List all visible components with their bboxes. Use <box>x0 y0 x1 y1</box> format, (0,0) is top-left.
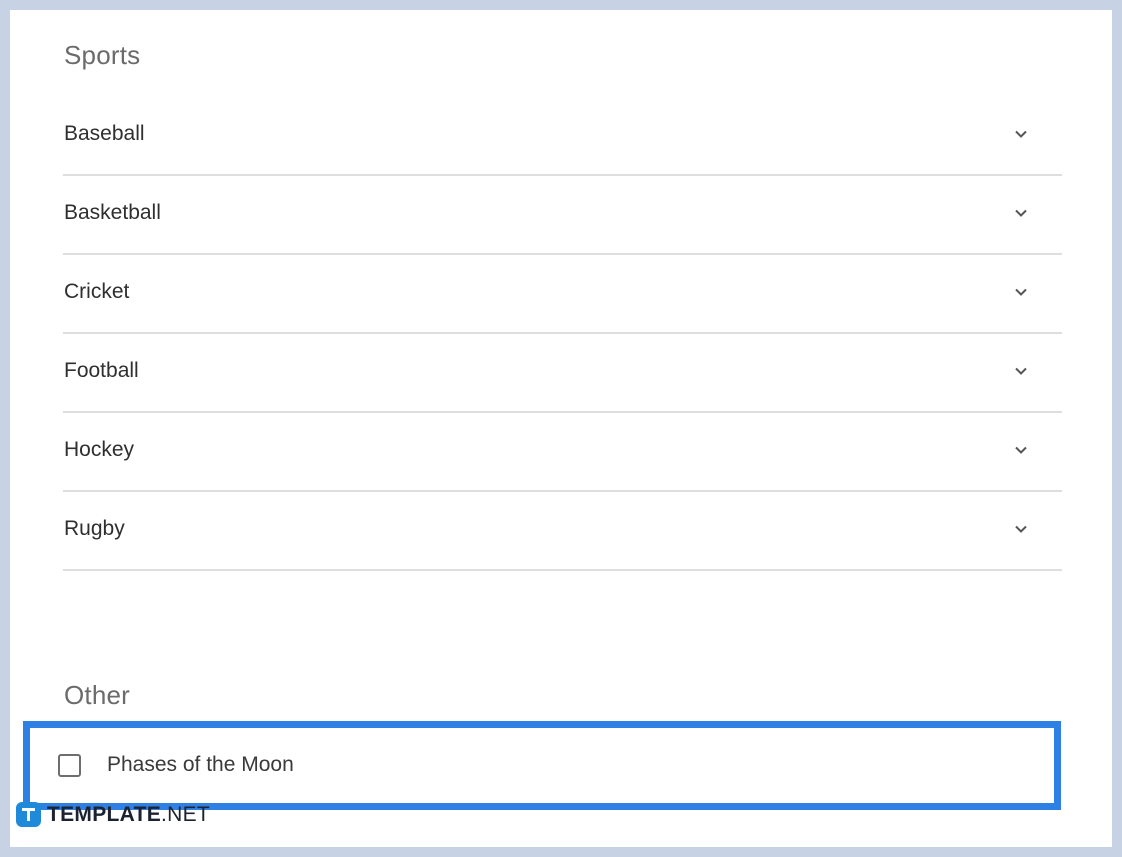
chevron-down-icon[interactable] <box>1013 205 1029 221</box>
sport-item-label: Rugby <box>64 517 125 540</box>
chevron-down-icon[interactable] <box>1013 363 1029 379</box>
sport-item-label: Football <box>64 359 139 382</box>
sport-item-label: Basketball <box>64 201 161 224</box>
checkbox-label: Phases of the Moon <box>107 753 294 776</box>
sport-item-rugby[interactable]: Rugby <box>63 492 1062 571</box>
watermark-text: TEMPLATE.NET <box>47 803 210 827</box>
sport-item-baseball[interactable]: Baseball <box>63 97 1062 176</box>
sport-item-label: Baseball <box>64 122 145 145</box>
chevron-down-icon[interactable] <box>1013 126 1029 142</box>
phases-of-the-moon-option[interactable]: Phases of the Moon <box>58 753 294 777</box>
sport-item-label: Hockey <box>64 438 135 461</box>
chevron-down-icon[interactable] <box>1013 521 1029 537</box>
watermark-suffix: .NET <box>161 802 211 826</box>
sport-item-basketball[interactable]: Basketball <box>63 176 1062 255</box>
sport-item-label: Cricket <box>64 280 130 303</box>
other-section-title: Other <box>64 680 131 710</box>
phases-of-the-moon-checkbox[interactable] <box>58 753 81 777</box>
chevron-down-icon[interactable] <box>1013 284 1029 300</box>
watermark-brand: TEMPLATE <box>47 802 162 826</box>
sport-item-hockey[interactable]: Hockey <box>63 413 1062 492</box>
template-net-watermark: TEMPLATE.NET <box>16 802 210 827</box>
sport-item-football[interactable]: Football <box>63 334 1062 413</box>
sports-section-title: Sports <box>64 40 141 70</box>
sports-list: Baseball Basketball Cricket Football Hoc… <box>63 97 1062 571</box>
template-logo-icon <box>16 802 41 827</box>
chevron-down-icon[interactable] <box>1013 442 1029 458</box>
sport-item-cricket[interactable]: Cricket <box>63 255 1062 334</box>
